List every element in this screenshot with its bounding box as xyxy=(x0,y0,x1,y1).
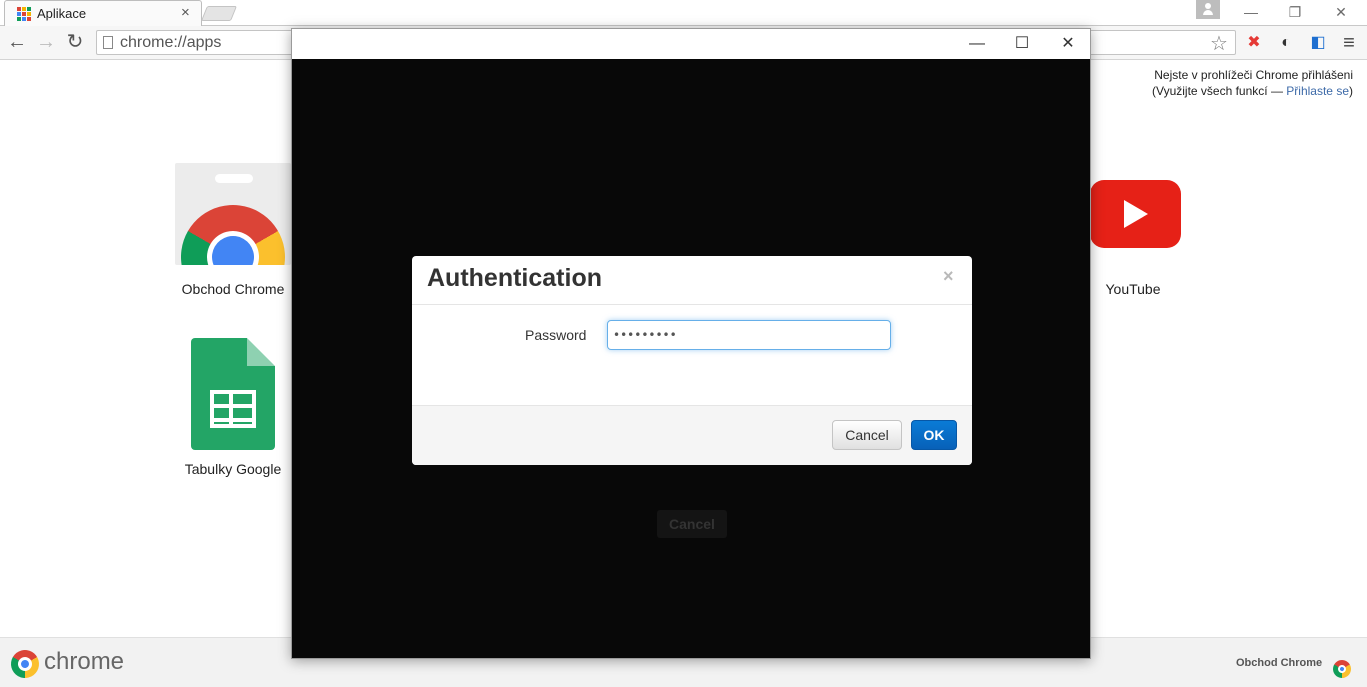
tab-close-icon[interactable]: × xyxy=(181,4,190,21)
extension-ghostery-icon[interactable]: ◐ xyxy=(1276,33,1296,53)
new-tab-button[interactable] xyxy=(200,6,238,21)
app-chrome-store[interactable]: Obchod Chrome xyxy=(175,281,291,297)
password-label: Password xyxy=(525,327,587,343)
bookmark-star-icon[interactable]: ☆ xyxy=(1210,31,1228,56)
dialog-header: Authentication × xyxy=(412,256,972,305)
apps-grid-icon xyxy=(17,7,31,21)
popup-minimize-button[interactable]: — xyxy=(962,33,992,55)
tab-apps[interactable]: Aplikace × xyxy=(4,0,202,26)
signin-notice: Nejste v prohlížeči Chrome přihlášeni (V… xyxy=(1152,67,1353,99)
authentication-dialog: Authentication × Password Cancel OK xyxy=(412,256,972,465)
signin-line-1: Nejste v prohlížeči Chrome přihlášeni xyxy=(1154,68,1353,82)
web-store-link[interactable]: Obchod Chrome xyxy=(1236,657,1322,669)
reload-button[interactable]: ↻ xyxy=(64,31,86,53)
popup-titlebar: — ☐ ✕ xyxy=(292,29,1090,59)
chrome-logo-icon xyxy=(5,644,45,684)
app-youtube[interactable]: YouTube xyxy=(1083,281,1183,297)
dialog-footer: Cancel OK xyxy=(412,405,972,465)
minimize-window-button[interactable]: — xyxy=(1236,2,1266,22)
app-label: Tabulky Google xyxy=(184,461,282,477)
page-icon xyxy=(103,36,113,49)
chrome-logo-icon xyxy=(175,185,291,265)
dialog-title: Authentication xyxy=(427,264,602,292)
app-label: Obchod Chrome xyxy=(181,281,285,297)
back-button[interactable]: ← xyxy=(6,31,28,53)
address-bar-url[interactable]: chrome://apps xyxy=(120,34,221,52)
chrome-brand-text: chrome xyxy=(44,648,125,675)
tab-strip: Aplikace × — ❐ ✕ xyxy=(0,0,1367,26)
google-sheets-icon[interactable] xyxy=(191,338,275,450)
tab-title: Aplikace xyxy=(37,6,87,21)
web-store-icon[interactable] xyxy=(1329,656,1355,682)
chrome-web-store-icon[interactable] xyxy=(175,163,291,265)
profile-icon[interactable] xyxy=(1196,0,1220,19)
store-bag-handle xyxy=(215,174,253,183)
signin-link[interactable]: Přihlaste se xyxy=(1286,84,1349,98)
cancel-button[interactable]: Cancel xyxy=(832,420,902,450)
forward-button[interactable]: → xyxy=(35,31,57,53)
signin-suffix: ) xyxy=(1349,84,1353,98)
ok-button[interactable]: OK xyxy=(911,420,957,450)
password-field[interactable] xyxy=(607,320,891,350)
signin-line-2: (Využijte všech funkcí — Přihlaste se) xyxy=(1152,83,1353,99)
close-window-button[interactable]: ✕ xyxy=(1326,2,1356,22)
restore-window-button[interactable]: ❐ xyxy=(1280,2,1310,22)
extension-cast-icon[interactable]: ◧ xyxy=(1308,33,1328,53)
popup-maximize-button[interactable]: ☐ xyxy=(1007,33,1037,55)
popup-close-button[interactable]: ✕ xyxy=(1053,33,1083,55)
signin-prefix: (Využijte všech funkcí — xyxy=(1152,84,1287,98)
extension-puzzle-icon[interactable]: ✖ xyxy=(1244,33,1264,53)
background-cancel-button[interactable]: Cancel xyxy=(657,510,727,538)
app-label: YouTube xyxy=(1105,281,1161,297)
dialog-close-icon[interactable]: × xyxy=(943,266,954,287)
app-google-sheets[interactable]: Tabulky Google xyxy=(173,461,293,477)
chrome-menu-icon[interactable]: ≡ xyxy=(1339,33,1359,53)
youtube-icon[interactable] xyxy=(1090,180,1181,248)
